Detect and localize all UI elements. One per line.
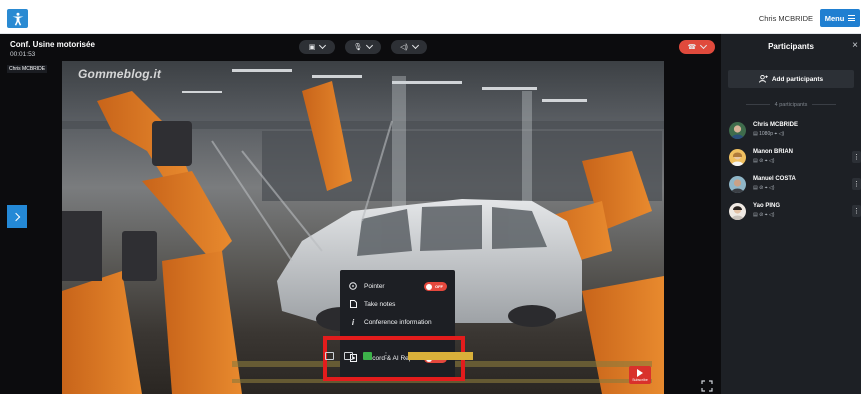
watermark-text: Gommeblog.it xyxy=(78,67,162,81)
toggle-state: OFF xyxy=(435,284,443,289)
self-video-label: Chris MCBRIDE xyxy=(7,65,48,73)
menu-item-label: Pointer xyxy=(364,282,385,290)
info-icon: i xyxy=(351,317,355,327)
menu-item-label: Conference information xyxy=(364,318,432,326)
chevron-down-icon xyxy=(319,41,327,50)
avatar xyxy=(729,149,746,166)
participant-menu-icon[interactable]: ⋮ xyxy=(852,151,861,163)
phone-icon: ☎ xyxy=(687,43,697,51)
hamburger-icon xyxy=(848,15,856,21)
participants-panel: Participants × Add participants 4 partic… xyxy=(721,34,861,394)
chevron-down-icon xyxy=(411,41,419,50)
camera-icon: ▣ xyxy=(308,43,316,51)
participant-name: Manon BRIAN xyxy=(753,149,793,155)
participant-item[interactable]: Chris MCBRIDE ▤ 1080p ⌖ ◁) xyxy=(729,120,861,144)
target-icon xyxy=(348,282,358,290)
current-user-name: Chris MCBRIDE xyxy=(758,14,813,23)
chevron-down-icon xyxy=(700,41,708,50)
accessibility-icon[interactable] xyxy=(7,9,28,28)
participant-item[interactable]: Manuel COSTA ▤ ⊘ ⌖ ◁) ⋮ xyxy=(729,174,861,198)
chevron-down-icon xyxy=(366,41,374,50)
camera-control[interactable]: ▣ xyxy=(299,40,335,54)
participant-status: ▤ ⊘ ⌖ ◁) xyxy=(753,212,775,218)
participant-status: ▤ ⊘ ⌖ ◁) xyxy=(753,158,775,164)
participant-menu-icon[interactable]: ⋮ xyxy=(852,205,861,217)
speaker-control[interactable]: ◁) xyxy=(391,40,427,54)
menu-item-label: Take notes xyxy=(364,300,396,308)
expand-side-button[interactable] xyxy=(7,205,27,228)
toggle-knob xyxy=(426,283,432,290)
participant-menu-icon[interactable]: ⋮ xyxy=(852,178,861,190)
participant-name: Manuel COSTA xyxy=(753,176,796,182)
microphone-icon: 🎙 xyxy=(353,43,363,51)
avatar xyxy=(729,176,746,193)
menu-item-conference-information[interactable]: i Conference information xyxy=(340,314,455,330)
chevron-right-icon xyxy=(11,212,20,221)
video-stage: Conf. Usine motorisée 00:01:53 Chris MCB… xyxy=(0,34,721,394)
play-icon xyxy=(637,368,643,377)
chat-icon[interactable] xyxy=(363,351,372,360)
avatar xyxy=(729,122,746,139)
participant-status: ▤ ⊘ ⌖ ◁) xyxy=(753,185,775,191)
add-participants-button[interactable]: Add participants xyxy=(728,70,854,88)
note-icon xyxy=(348,300,358,308)
pointer-toggle[interactable]: OFF xyxy=(424,282,447,291)
conference-title: Conf. Usine motorisée xyxy=(10,40,95,49)
menu-label: Menu xyxy=(824,13,845,23)
participant-name: Chris MCBRIDE xyxy=(753,122,799,128)
subscribe-label: Subscribe xyxy=(632,377,648,382)
hangup-control[interactable]: ☎ xyxy=(679,40,715,54)
conference-timer: 00:01:53 xyxy=(10,51,36,58)
microphone-control[interactable]: 🎙 xyxy=(345,40,381,54)
add-user-icon xyxy=(758,75,768,83)
video-strip xyxy=(408,352,473,360)
participant-item[interactable]: Yao PING ▤ ⊘ ⌖ ◁) ⋮ xyxy=(729,201,861,225)
menu-item-pointer[interactable]: Pointer OFF xyxy=(340,278,455,294)
participant-item[interactable]: Manon BRIAN ▤ ⊘ ⌖ ◁) ⋮ xyxy=(729,147,861,171)
panel-title: Participants xyxy=(768,42,814,51)
avatar xyxy=(729,203,746,220)
menu-button[interactable]: Menu xyxy=(820,9,860,27)
top-bar: Chris MCBRIDE Menu xyxy=(0,0,861,34)
bottom-toolbar: ⋮ xyxy=(322,350,408,361)
fullscreen-icon[interactable] xyxy=(701,380,713,392)
menu-item-take-notes[interactable]: Take notes xyxy=(340,296,455,312)
speaker-icon: ◁) xyxy=(400,43,408,51)
close-icon[interactable]: × xyxy=(852,40,858,51)
screen-icon[interactable] xyxy=(344,351,353,360)
participant-count: 4 participants xyxy=(721,102,861,108)
participant-name: Yao PING xyxy=(753,203,781,209)
youtube-subscribe-button[interactable]: Subscribe xyxy=(629,366,651,384)
add-participants-label: Add participants xyxy=(771,75,824,83)
share-icon[interactable] xyxy=(325,351,334,360)
more-icon[interactable]: ⋮ xyxy=(382,351,390,360)
participant-status: ▤ 1080p ⌖ ◁) xyxy=(753,131,785,137)
